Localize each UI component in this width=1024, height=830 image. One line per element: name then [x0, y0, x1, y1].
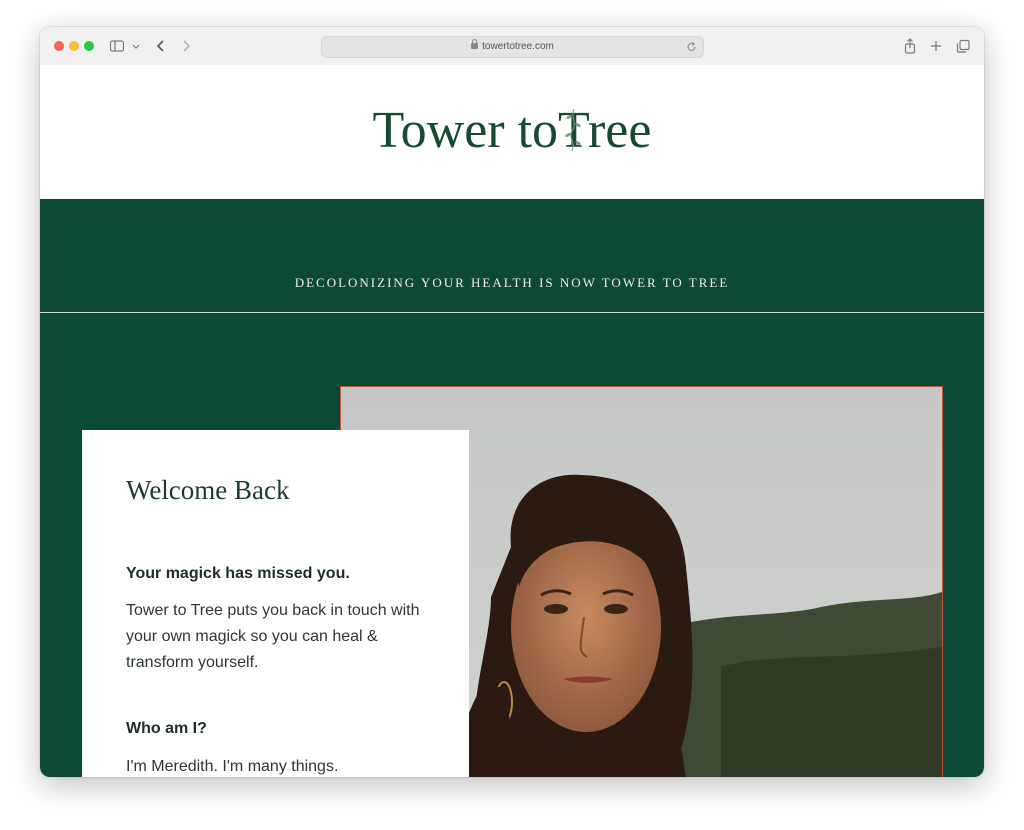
browser-toolbar: towertotree.com — [40, 27, 984, 66]
share-icon[interactable] — [904, 37, 916, 55]
logo-text-tree: Tree — [558, 102, 652, 159]
logo-text-tower-to: Tower to — [372, 102, 559, 159]
back-icon[interactable] — [156, 37, 166, 55]
chevron-down-icon[interactable] — [132, 37, 140, 55]
url-text: towertotree.com — [482, 41, 554, 52]
announcement-banner: DECOLONIZING YOUR HEALTH IS NOW TOWER TO… — [40, 199, 984, 313]
lock-icon — [471, 39, 479, 49]
tabs-icon[interactable] — [956, 37, 970, 55]
announcement-text: DECOLONIZING YOUR HEALTH IS NOW TOWER TO… — [294, 275, 730, 290]
about-paragraph: I'm Meredith. I'm many things. — [126, 758, 339, 775]
magick-paragraph: Tower to Tree puts you back in touch wit… — [126, 602, 420, 671]
magick-heading: Your magick has missed you. — [126, 565, 350, 582]
new-tab-icon[interactable] — [930, 37, 942, 55]
sidebar-icon[interactable] — [109, 37, 125, 55]
welcome-title: Welcome Back — [126, 475, 290, 505]
welcome-card: Welcome Back Your magick has missed you.… — [82, 430, 469, 777]
site-header: Tower toTree — [40, 65, 984, 199]
leaf-ornament-icon — [565, 108, 581, 152]
who-am-i-heading: Who am I? — [126, 720, 207, 737]
close-window-button[interactable] — [54, 41, 64, 51]
reload-icon[interactable] — [687, 37, 697, 64]
zoom-window-button[interactable] — [84, 41, 94, 51]
browser-window: towertotree.com Tower toTree DECOLONIZIN… — [40, 27, 984, 777]
address-bar[interactable]: towertotree.com — [321, 36, 704, 58]
hero-section: Welcome Back Your magick has missed you.… — [40, 313, 984, 777]
minimize-window-button[interactable] — [69, 41, 79, 51]
forward-icon[interactable] — [181, 37, 191, 55]
site-logo[interactable]: Tower toTree — [40, 101, 984, 160]
